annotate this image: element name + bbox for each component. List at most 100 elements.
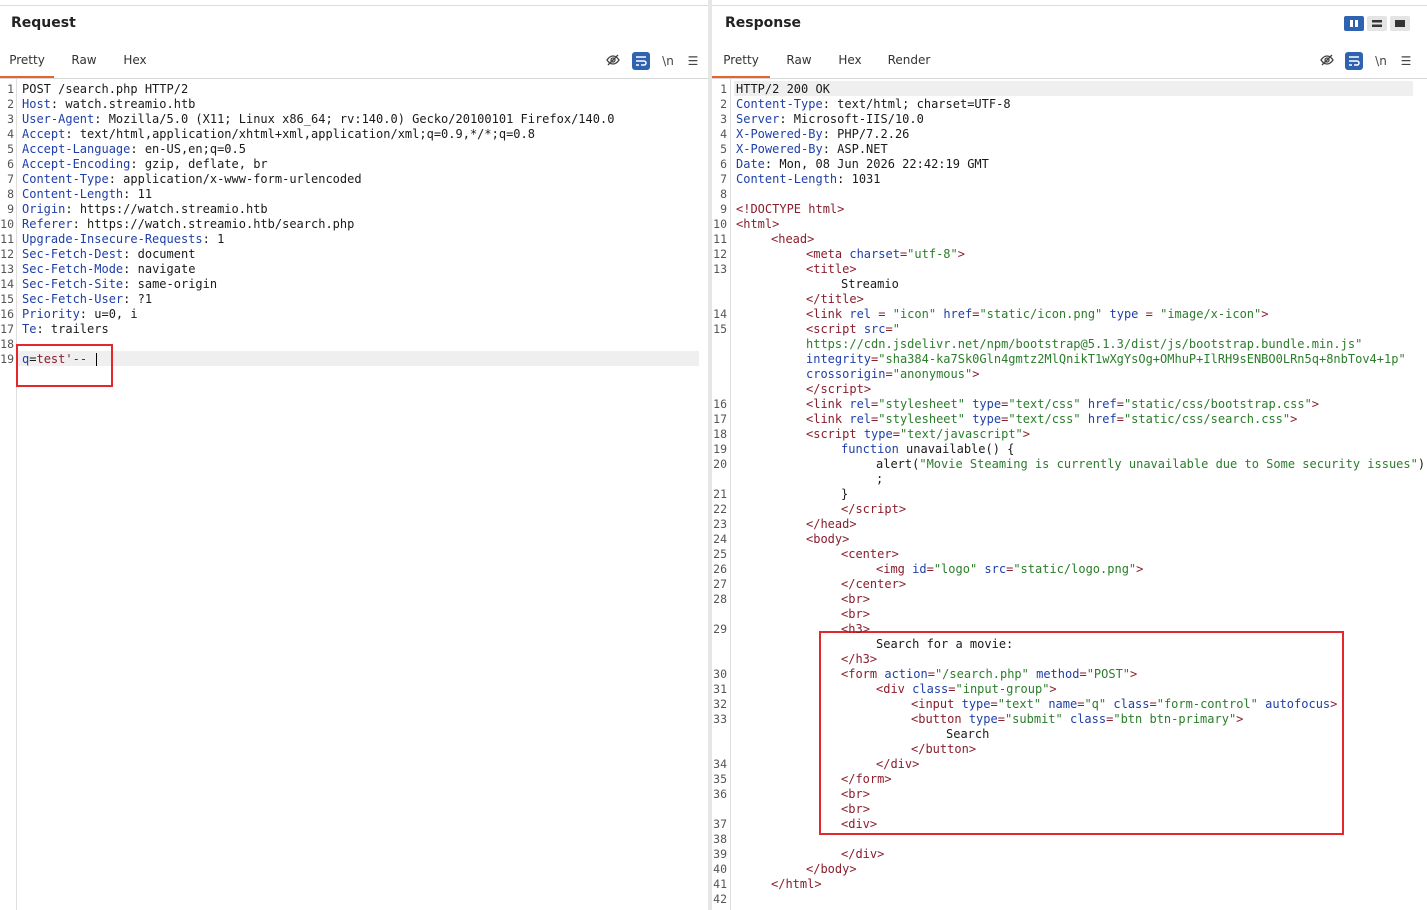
tag-punct: > — [957, 247, 965, 261]
header-value: u=0, i — [87, 307, 138, 321]
response-line: X-Powered-By: PHP/7.2.26 — [736, 127, 909, 142]
line-number: 42 — [713, 892, 727, 906]
code-text: : PHP/7.2.26 — [822, 127, 910, 141]
line-number: 5 — [720, 142, 727, 156]
tag-punct: > — [862, 802, 870, 816]
tag-punct: = — [871, 307, 893, 321]
wrap-icon[interactable] — [1345, 52, 1363, 70]
response-line: <form action="/search.php" method="POST"… — [841, 667, 1137, 682]
attr-name: type — [1102, 307, 1139, 321]
wrap-icon[interactable] — [632, 52, 650, 70]
tag-name: div — [890, 757, 913, 771]
line-number: 6 — [7, 157, 14, 171]
line-number: 11 — [713, 232, 727, 246]
newline-toggle[interactable]: \n — [659, 52, 677, 70]
tab-pretty[interactable]: Pretty — [712, 48, 770, 79]
tab-raw[interactable]: Raw — [776, 48, 822, 76]
tab-render[interactable]: Render — [882, 48, 936, 76]
request-line: Accept-Language: en-US,en;q=0.5 — [22, 142, 246, 157]
tag-punct: </ — [841, 652, 856, 666]
tab-hex[interactable]: Hex — [112, 48, 158, 76]
split-vertical-icon[interactable] — [1344, 16, 1364, 31]
header-value: application/x-www-form-urlencoded — [115, 172, 362, 186]
line-number: 8 — [720, 187, 727, 201]
attr-name: charset — [849, 247, 900, 261]
request-line: Accept-Encoding: gzip, deflate, br — [22, 157, 268, 172]
attr-name: rel — [849, 412, 872, 426]
tag-punct: > — [849, 862, 857, 876]
tag-punct: </ — [841, 847, 856, 861]
line-number: 15 — [713, 322, 727, 336]
response-line: <body> — [806, 532, 849, 547]
attr-name: action — [884, 667, 928, 681]
response-title: Response — [725, 15, 802, 31]
attr-value: "text/javascript" — [899, 427, 1023, 441]
request-line: Referer: https://watch.streamio.htb/sear… — [22, 217, 354, 232]
response-line: <br> — [841, 802, 870, 817]
code-text: : ASP.NET — [822, 142, 888, 156]
response-line: HTTP/2 200 OK — [736, 82, 830, 97]
response-line: </title> — [806, 292, 864, 307]
line-number: 26 — [713, 562, 727, 576]
attr-name: type — [961, 697, 991, 711]
attr-name: class — [1106, 697, 1150, 711]
eye-off-icon[interactable] — [1318, 52, 1336, 70]
attr-name: crossorigin — [806, 367, 886, 381]
tabs-layout-icon[interactable] — [1390, 16, 1410, 31]
tab-raw[interactable]: Raw — [60, 48, 108, 76]
code-text: HTTP/2 200 OK — [736, 82, 830, 96]
code-text: Streamio — [841, 277, 899, 291]
code-text: : Mon, 08 Jun 2026 22:42:19 GMT — [764, 157, 989, 171]
response-line: </div> — [876, 757, 919, 772]
line-number: 31 — [713, 682, 727, 696]
header-name: Upgrade-Insecure-Requests — [22, 232, 203, 246]
response-line: <script type="text/javascript"> — [806, 427, 1030, 442]
line-number: 41 — [713, 877, 727, 891]
tag-name: link — [813, 397, 850, 411]
header-value: navigate — [130, 262, 196, 276]
tag-name: meta — [813, 247, 850, 261]
tag-name: br — [848, 592, 863, 606]
tag-name: title — [820, 292, 857, 306]
tag-punct: </ — [876, 757, 891, 771]
form-highlight-box — [819, 631, 1344, 835]
newline-toggle[interactable]: \n — [1372, 52, 1390, 70]
request-line: Content-Type: application/x-www-form-url… — [22, 172, 362, 187]
tag-punct: > — [1130, 667, 1138, 681]
tag-punct: > — [862, 592, 870, 606]
code-text: Search — [946, 727, 990, 741]
line-number: 1 — [720, 82, 727, 96]
line-number: 39 — [713, 847, 727, 861]
attr-value: "text" — [997, 697, 1042, 711]
tab-hex[interactable]: Hex — [828, 48, 872, 76]
tag-name: script — [820, 382, 864, 396]
menu-icon[interactable]: ☰ — [1397, 52, 1415, 70]
tag-name: head — [778, 232, 808, 246]
header-name: Host — [22, 97, 51, 111]
tag-punct: > — [814, 877, 822, 891]
request-line: POST /search.php HTTP/2 — [22, 82, 189, 96]
response-line: <div class="input-group"> — [876, 682, 1057, 697]
tag-name: button — [918, 712, 969, 726]
menu-icon[interactable]: ☰ — [684, 52, 702, 70]
response-line: <link rel = "icon" href="static/icon.png… — [806, 307, 1268, 322]
attr-value: "anonymous" — [892, 367, 973, 381]
tag-punct: > — [863, 382, 872, 396]
response-line: Content-Length: 1031 — [736, 172, 881, 187]
response-line: <center> — [841, 547, 899, 562]
line-number: 14 — [713, 307, 727, 321]
line-number: 36 — [713, 787, 727, 801]
request-line: Accept: text/html,application/xhtml+xml,… — [22, 127, 535, 142]
tag-punct: > — [1330, 697, 1338, 711]
eye-off-icon[interactable] — [604, 52, 622, 70]
response-line: <br> — [841, 592, 870, 607]
line-number: 9 — [720, 202, 727, 216]
request-line: Upgrade-Insecure-Requests: 1 — [22, 232, 224, 247]
tag-name: h3 — [848, 622, 863, 636]
request-line: Sec-Fetch-Site: same-origin — [22, 277, 217, 292]
line-number: 38 — [713, 832, 727, 846]
response-line: </form> — [841, 772, 892, 787]
split-horizontal-icon[interactable] — [1367, 16, 1387, 31]
response-line: </h3> — [841, 652, 877, 667]
tab-pretty[interactable]: Pretty — [0, 48, 54, 79]
